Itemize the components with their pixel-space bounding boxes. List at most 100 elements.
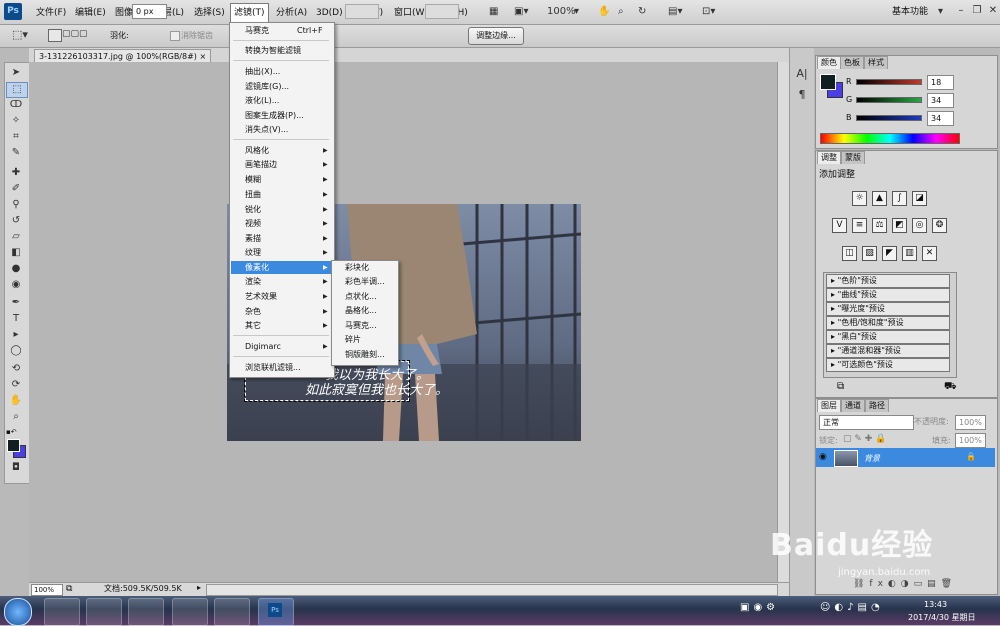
threshold-icon[interactable]: ◤	[882, 246, 897, 261]
opacity-input[interactable]: 100%	[955, 415, 986, 430]
menu-file[interactable]: 文件(F)	[33, 6, 69, 20]
menu-browse-online-filters[interactable]: 浏览联机滤镜...	[245, 362, 301, 374]
vibrance-icon[interactable]: V	[832, 218, 847, 233]
clip-layer-icon[interactable]: ⧉	[837, 381, 844, 392]
shape-tool-icon[interactable]: ◯	[6, 344, 26, 358]
zoom-field[interactable]: 100%	[31, 584, 63, 596]
submenu-mosaic[interactable]: 马赛克...	[345, 320, 377, 332]
hand-icon[interactable]: ✋	[598, 5, 610, 19]
minimize-icon[interactable]: –	[954, 4, 968, 18]
g-slider[interactable]	[856, 97, 922, 103]
swap-colors-icon[interactable]: ▪↶	[6, 428, 17, 436]
menu-pattern-maker[interactable]: 图案生成器(P)...	[245, 110, 304, 122]
preset-curves[interactable]: ▸ "曲线"预设	[826, 288, 950, 302]
tray-icons[interactable]: ▣◉⚙	[740, 602, 779, 613]
menu-extract[interactable]: 抽出(X)...	[245, 66, 280, 78]
layer-name[interactable]: 背景	[864, 453, 880, 464]
submenu-fragment[interactable]: 碎片	[345, 334, 361, 346]
hue-saturation-icon[interactable]: ≡	[852, 218, 867, 233]
tab-layers[interactable]: 图层	[817, 399, 841, 412]
hand-tool-icon[interactable]: ✋	[6, 394, 26, 408]
screen-mode-icon[interactable]: ▣▾	[514, 5, 528, 19]
menu-sharpen[interactable]: 锐化	[245, 204, 261, 216]
arrange-documents-icon[interactable]: ▤▾	[668, 5, 682, 19]
submenu-facet[interactable]: 彩块化	[345, 262, 369, 274]
menu-select[interactable]: 选择(S)	[191, 6, 228, 20]
clock-date[interactable]: 2017/4/30 星期日	[908, 612, 976, 623]
marquee-tool-icon[interactable]: ⬚	[6, 82, 28, 98]
preset-levels[interactable]: ▸ "色阶"预设	[826, 274, 950, 288]
black-white-icon[interactable]: ◩	[892, 218, 907, 233]
refine-edge-button[interactable]: 调整边缘...	[468, 27, 524, 45]
menu-vanishing-point[interactable]: 消失点(V)...	[245, 124, 288, 136]
g-value[interactable]: 34	[927, 93, 954, 108]
new-selection-icon[interactable]	[48, 29, 62, 42]
menu-digimarc[interactable]: Digimarc	[245, 341, 281, 353]
panel-foreground-swatch[interactable]	[820, 74, 836, 90]
3d-orbit-icon[interactable]: ⟳	[6, 378, 26, 392]
preset-black-white[interactable]: ▸ "黑白"预设	[826, 330, 950, 344]
visibility-eye-icon[interactable]: ◉	[819, 452, 827, 462]
magic-wand-icon[interactable]: ✧	[6, 114, 26, 128]
submenu-color-halftone[interactable]: 彩色半调...	[345, 276, 385, 288]
crop-tool-icon[interactable]: ⌗	[6, 130, 26, 144]
quick-mask-icon[interactable]: ◘	[6, 461, 26, 475]
menu-liquify[interactable]: 液化(L)...	[245, 95, 279, 107]
gradient-map-icon[interactable]: ▥	[902, 246, 917, 261]
preset-exposure[interactable]: ▸ "曝光度"预设	[826, 302, 950, 316]
tab-paths[interactable]: 路径	[865, 399, 889, 412]
menu-texture[interactable]: 纹理	[245, 247, 261, 259]
history-brush-icon[interactable]: ↺	[6, 214, 26, 228]
chevron-down-icon[interactable]: ▾	[938, 5, 943, 19]
menu-sketch[interactable]: 素描	[245, 233, 261, 245]
taskbar-wps-icon[interactable]	[128, 598, 164, 626]
menu-video[interactable]: 视频	[245, 218, 261, 230]
menu-other[interactable]: 其它	[245, 320, 261, 332]
eyedropper-icon[interactable]: ✎	[6, 146, 26, 160]
menu-edit[interactable]: 编辑(E)	[72, 6, 109, 20]
status-menu-arrow-icon[interactable]: ▸	[197, 583, 201, 592]
tab-styles[interactable]: 样式	[864, 56, 888, 69]
auto-select-icon[interactable]: ⛟	[944, 381, 957, 394]
pen-tool-icon[interactable]: ✒	[6, 296, 26, 310]
lasso-tool-icon[interactable]: ↀ	[6, 98, 26, 112]
taskbar-explorer-icon[interactable]	[214, 598, 250, 626]
color-spectrum-ramp[interactable]	[820, 133, 960, 144]
photo-filter-icon[interactable]: ◎	[912, 218, 927, 233]
bridge-icon[interactable]: ▦	[489, 5, 498, 19]
exposure-icon[interactable]: ◪	[912, 191, 927, 206]
zoom-icon[interactable]: ⌕	[618, 5, 624, 19]
marquee-preset-icon[interactable]: ⬚▾	[12, 28, 28, 41]
menu-convert-smart-filter[interactable]: 转换为智能滤镜	[245, 45, 301, 57]
zoom-dropdown-icon[interactable]: ▾	[574, 5, 579, 19]
rotate-view-icon[interactable]: ↻	[638, 5, 646, 19]
selection-mode-icons[interactable]: ▢▢▢	[62, 29, 88, 39]
menu-blur[interactable]: 模糊	[245, 174, 261, 186]
submenu-crystallize[interactable]: 晶格化...	[345, 305, 377, 317]
menu-stylize[interactable]: 风格化	[245, 145, 269, 157]
fill-input[interactable]: 100%	[955, 433, 986, 448]
r-value[interactable]: 18	[927, 75, 954, 90]
menu-noise[interactable]: 杂色	[245, 306, 261, 318]
healing-brush-icon[interactable]: ✚	[6, 166, 26, 180]
menu-distort[interactable]: 扭曲	[245, 189, 261, 201]
screen-mode-2-icon[interactable]: ⊡▾	[702, 5, 715, 19]
menu-filter-gallery[interactable]: 滤镜库(G)...	[245, 81, 289, 93]
invert-icon[interactable]: ◫	[842, 246, 857, 261]
menu-render[interactable]: 渲染	[245, 276, 261, 288]
workspace-switcher[interactable]: 基本功能	[892, 5, 928, 19]
clone-stamp-icon[interactable]: ⚲	[6, 198, 26, 212]
tab-masks[interactable]: 蒙版	[841, 151, 865, 164]
tab-close-icon[interactable]: ×	[199, 52, 206, 61]
menu-analysis[interactable]: 分析(A)	[273, 6, 310, 20]
curves-icon[interactable]: ∫	[892, 191, 907, 206]
color-balance-icon[interactable]: ⚖	[872, 218, 887, 233]
close-icon[interactable]: ✕	[986, 4, 1000, 18]
b-value[interactable]: 34	[927, 111, 954, 126]
type-tool-icon[interactable]: T	[6, 312, 26, 326]
zoom-level[interactable]: 100%	[547, 5, 576, 19]
tab-adjustments[interactable]: 调整	[817, 151, 841, 164]
dodge-tool-icon[interactable]: ◉	[6, 278, 26, 292]
levels-icon[interactable]: ▲	[872, 191, 887, 206]
tab-swatches[interactable]: 色板	[840, 56, 864, 69]
